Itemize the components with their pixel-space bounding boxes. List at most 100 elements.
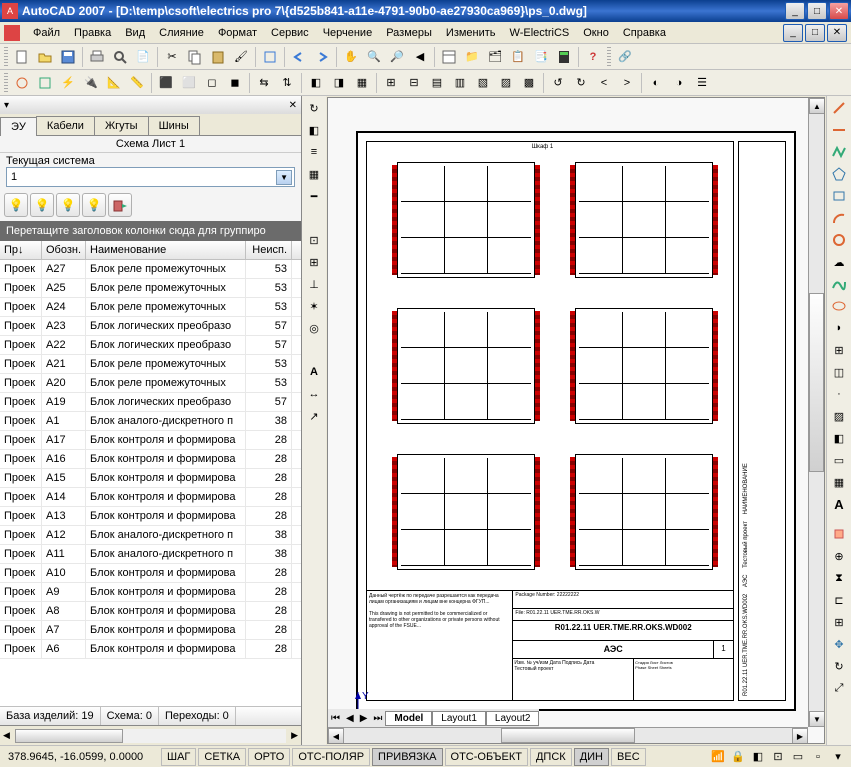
ep-9-button[interactable]: ◻ (201, 72, 223, 94)
ep-2-button[interactable] (34, 72, 56, 94)
scroll-left-button[interactable]: ◀ (328, 728, 344, 744)
menu-edit[interactable]: Правка (67, 25, 118, 41)
col-name[interactable]: Наименование (86, 241, 246, 259)
rect-button[interactable] (828, 185, 850, 207)
table-row[interactable]: ПроекA20Блок реле промежуточных53 (0, 374, 301, 393)
ep-3-button[interactable]: ⚡ (57, 72, 79, 94)
ep-21-button[interactable]: ▨ (495, 72, 517, 94)
comm-icon[interactable]: 📶 (709, 748, 727, 766)
osnap-button[interactable]: ◎ (303, 317, 325, 339)
table-row[interactable]: ПроекA1Блок аналого-дискретного п38 (0, 412, 301, 431)
copy-button[interactable] (184, 46, 206, 68)
hatch-button[interactable]: ▨ (828, 405, 850, 427)
move-button[interactable]: ✥ (828, 633, 850, 655)
pan-button[interactable]: ✋ (340, 46, 362, 68)
tray2-icon[interactable]: ⊡ (769, 748, 787, 766)
ep-15-button[interactable]: ▦ (351, 72, 373, 94)
properties-button[interactable] (438, 46, 460, 68)
coordinates[interactable]: 378.9645, -16.0599, 0.0000 (0, 751, 160, 763)
mdi-minimize-button[interactable]: _ (783, 24, 803, 42)
col-unused[interactable]: Неисп. (246, 241, 292, 259)
table-row[interactable]: ПроекA8Блок контроля и формирова28 (0, 602, 301, 621)
tab-next-icon[interactable]: ▶ (357, 713, 371, 724)
table-row[interactable]: ПроекA14Блок контроля и формирова28 (0, 488, 301, 507)
ep-26-button[interactable]: > (616, 72, 638, 94)
offset-button[interactable]: ⊏ (828, 589, 850, 611)
tab-last-icon[interactable]: ⏭ (370, 713, 385, 724)
lw-button[interactable]: ━ (303, 185, 325, 207)
tab-eu[interactable]: ЭУ (0, 117, 37, 136)
erase-button[interactable] (828, 523, 850, 545)
tab-layout1[interactable]: Layout1 (432, 711, 486, 726)
table-row[interactable]: ПроекA25Блок реле промежуточных53 (0, 279, 301, 298)
minimize-button[interactable]: _ (785, 2, 805, 20)
menu-dim[interactable]: Размеры (379, 25, 439, 41)
menu-file[interactable]: Файл (26, 25, 67, 41)
mirror-button[interactable]: ⧗ (828, 567, 850, 589)
grid-button[interactable]: ⊞ (303, 251, 325, 273)
gradient-button[interactable]: ◧ (828, 427, 850, 449)
spline-button[interactable] (828, 273, 850, 295)
polygon-button[interactable] (828, 163, 850, 185)
components-table[interactable]: ПроекA27Блок реле промежуточных53ПроекA2… (0, 260, 301, 706)
menu-view[interactable]: Вид (118, 25, 152, 41)
rotate-button[interactable]: ↻ (828, 655, 850, 677)
calc-button[interactable] (553, 46, 575, 68)
new-button[interactable] (11, 46, 33, 68)
circle-button[interactable] (828, 229, 850, 251)
print-button[interactable] (86, 46, 108, 68)
table-row[interactable]: ПроекA7Блок контроля и формирова28 (0, 621, 301, 640)
dyn-toggle[interactable]: ДИН (574, 748, 609, 766)
restore-button[interactable]: □ (807, 2, 827, 20)
table-row[interactable]: ПроекA21Блок реле промежуточных53 (0, 355, 301, 374)
osnap-toggle[interactable]: ПРИВЯЗКА (372, 748, 442, 766)
region-button[interactable]: ▭ (828, 449, 850, 471)
ep-16-button[interactable]: ⊞ (380, 72, 402, 94)
point-button[interactable]: · (828, 383, 850, 405)
toolpal-button[interactable]: 🗂 (484, 46, 506, 68)
menu-merge[interactable]: Слияние (152, 25, 211, 41)
bulb-off-button[interactable]: 💡 (56, 193, 80, 217)
snap-button[interactable]: ⊡ (303, 229, 325, 251)
panel-collapse-icon[interactable]: ▾ (4, 100, 9, 111)
ep-24-button[interactable]: ↻ (570, 72, 592, 94)
polar-toggle[interactable]: ОТС-ПОЛЯР (292, 748, 370, 766)
export-button[interactable] (108, 193, 132, 217)
ep-19-button[interactable]: ▥ (449, 72, 471, 94)
menu-window[interactable]: Окно (576, 25, 616, 41)
scroll-up-button[interactable]: ▲ (809, 98, 825, 114)
ep-7-button[interactable]: ⬛ (155, 72, 177, 94)
group-hint[interactable]: Перетащите заголовок колонки сюда для гр… (0, 221, 301, 241)
grip-icon[interactable] (4, 47, 8, 67)
mdi-restore-button[interactable]: □ (805, 24, 825, 42)
ep-4-button[interactable]: 🔌 (80, 72, 102, 94)
tab-bundles[interactable]: Жгуты (94, 116, 149, 135)
clean-icon[interactable]: ▫ (809, 748, 827, 766)
scroll-left-icon[interactable]: ◀ (0, 730, 13, 741)
ep-8-button[interactable]: ⬜ (178, 72, 200, 94)
zoom-realtime-button[interactable]: 🔍 (363, 46, 385, 68)
table-row[interactable]: ПроекA11Блок аналого-дискретного п38 (0, 545, 301, 564)
arc-button[interactable] (828, 207, 850, 229)
ltype-button[interactable]: ≡ (303, 141, 325, 163)
ep-13-button[interactable]: ◧ (305, 72, 327, 94)
xref-button[interactable]: 🔗 (614, 46, 636, 68)
ep-28-button[interactable]: ◑ (668, 72, 690, 94)
lwt-toggle[interactable]: ВЕС (611, 748, 646, 766)
mdi-close-button[interactable]: ✕ (827, 24, 847, 42)
publish-button[interactable]: 📄 (132, 46, 154, 68)
ellipse-button[interactable] (828, 295, 850, 317)
table-row[interactable]: ПроекA16Блок контроля и формирова28 (0, 450, 301, 469)
panel-close-icon[interactable]: ✕ (289, 100, 297, 111)
ep-29-button[interactable]: ☰ (691, 72, 713, 94)
tray3-icon[interactable]: ▭ (789, 748, 807, 766)
hscrollbar[interactable]: ◀ ▶ (328, 727, 808, 743)
scroll-down-button[interactable]: ▼ (809, 711, 825, 727)
grid-toggle[interactable]: СЕТКА (198, 748, 246, 766)
ep-20-button[interactable]: ▧ (472, 72, 494, 94)
menu-welectrics[interactable]: W-ElectriCS (503, 25, 577, 41)
polar-button[interactable]: ✶ (303, 295, 325, 317)
otrack-toggle[interactable]: ОТС-ОБЪЕКТ (445, 748, 528, 766)
table-row[interactable]: ПроекA22Блок логических преобразо57 (0, 336, 301, 355)
scroll-right-button[interactable]: ▶ (792, 728, 808, 744)
